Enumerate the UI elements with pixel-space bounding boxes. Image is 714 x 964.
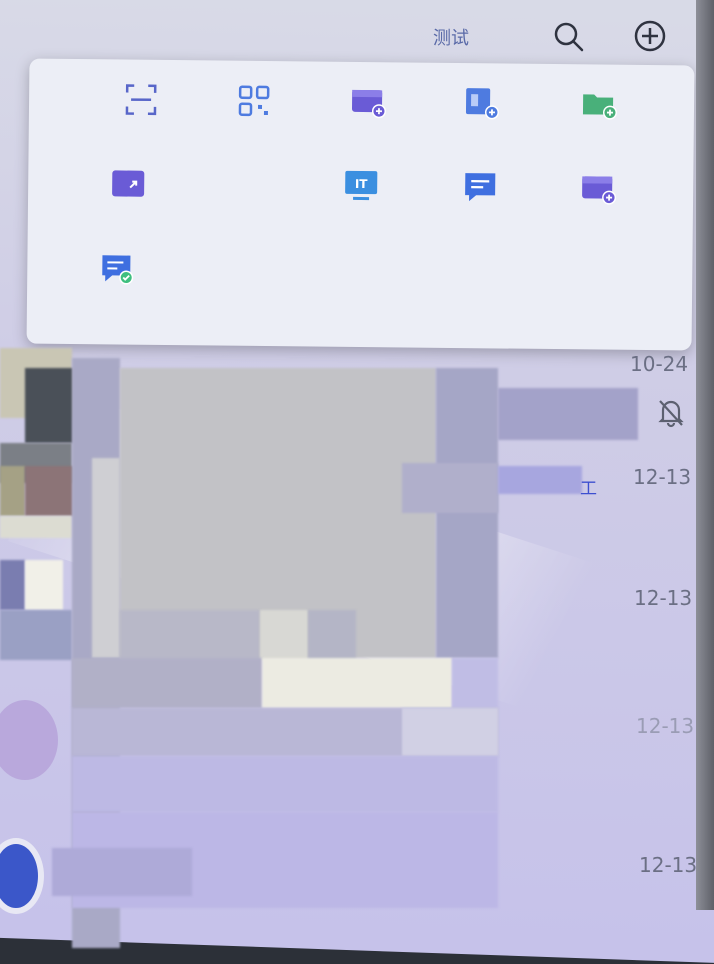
add-folder-icon [581, 86, 617, 122]
pixel-block [262, 658, 452, 708]
add-calendar-icon [350, 84, 386, 120]
plus-circle-icon[interactable] [632, 18, 668, 54]
row-date: 12-13 [639, 853, 697, 877]
conversation-list [0, 348, 714, 910]
pixel-block [498, 388, 638, 440]
pixel-block [72, 658, 262, 708]
bell-muted-icon [654, 395, 688, 429]
calendar-add-icon [580, 170, 616, 206]
menu-item-add-folder[interactable] [543, 86, 654, 167]
video-meeting-icon [110, 165, 146, 201]
app-header: 测试 [0, 0, 714, 68]
menu-item-label [73, 213, 183, 234]
qr-code-icon [236, 83, 272, 119]
menu-item-label [199, 130, 309, 151]
pixel-block [120, 610, 260, 660]
menu-item-chat[interactable] [425, 169, 536, 250]
row-date: 12-13 [636, 714, 694, 738]
menu-item-it-support[interactable]: IT [306, 167, 417, 248]
row-date: 12-13 [633, 465, 691, 489]
quick-action-menu: IT [27, 59, 695, 351]
menu-item-label [544, 134, 654, 155]
menu-item-label [426, 133, 536, 154]
header-title: 测试 [433, 24, 469, 50]
menu-item-calendar-add[interactable] [543, 170, 654, 251]
pixel-block [260, 610, 308, 660]
row-date: 10-24 [630, 352, 688, 376]
pixel-block [402, 708, 498, 756]
menu-item-label [306, 215, 416, 236]
it-monitor-icon: IT [343, 168, 379, 204]
menu-item-label [86, 129, 196, 150]
pixel-block [308, 610, 356, 660]
menu-item-label [313, 131, 423, 152]
pixel-block [25, 466, 73, 516]
row-date: 12-13 [634, 586, 692, 610]
pixel-block [498, 466, 582, 494]
search-icon[interactable] [550, 18, 586, 54]
menu-item-label [425, 217, 535, 238]
pixel-block [72, 756, 498, 812]
pixel-block [0, 466, 25, 516]
add-room-icon [463, 85, 499, 121]
pixel-block [52, 848, 192, 896]
avatar [0, 700, 58, 780]
phone-bezel [696, 0, 714, 910]
pixel-block [92, 458, 120, 658]
menu-item-label [188, 214, 298, 235]
verified-message-icon [99, 251, 135, 287]
pixel-block [25, 368, 73, 443]
pixel-block [436, 368, 498, 658]
chat-bubble-icon [462, 169, 498, 205]
avatar [0, 838, 44, 914]
menu-item-video-meeting[interactable] [73, 165, 184, 246]
svg-text:IT: IT [355, 177, 369, 191]
pixel-block [0, 516, 72, 538]
pixel-block [0, 610, 72, 660]
menu-item-label [543, 218, 653, 239]
pixel-block [452, 658, 498, 708]
menu-item-add-calendar[interactable] [312, 83, 423, 164]
pixel-block [402, 463, 498, 513]
menu-item-qr[interactable] [198, 82, 309, 163]
menu-item-add-room[interactable] [425, 85, 536, 166]
menu-item-verified-message[interactable] [62, 251, 173, 332]
scan-icon [123, 82, 159, 118]
menu-item-scan[interactable] [85, 81, 196, 162]
row-badge: 工 [580, 474, 597, 499]
pixel-block [0, 560, 25, 610]
menu-item-blank[interactable] [188, 166, 299, 247]
pixel-block [25, 560, 63, 610]
menu-item-label [62, 299, 172, 320]
